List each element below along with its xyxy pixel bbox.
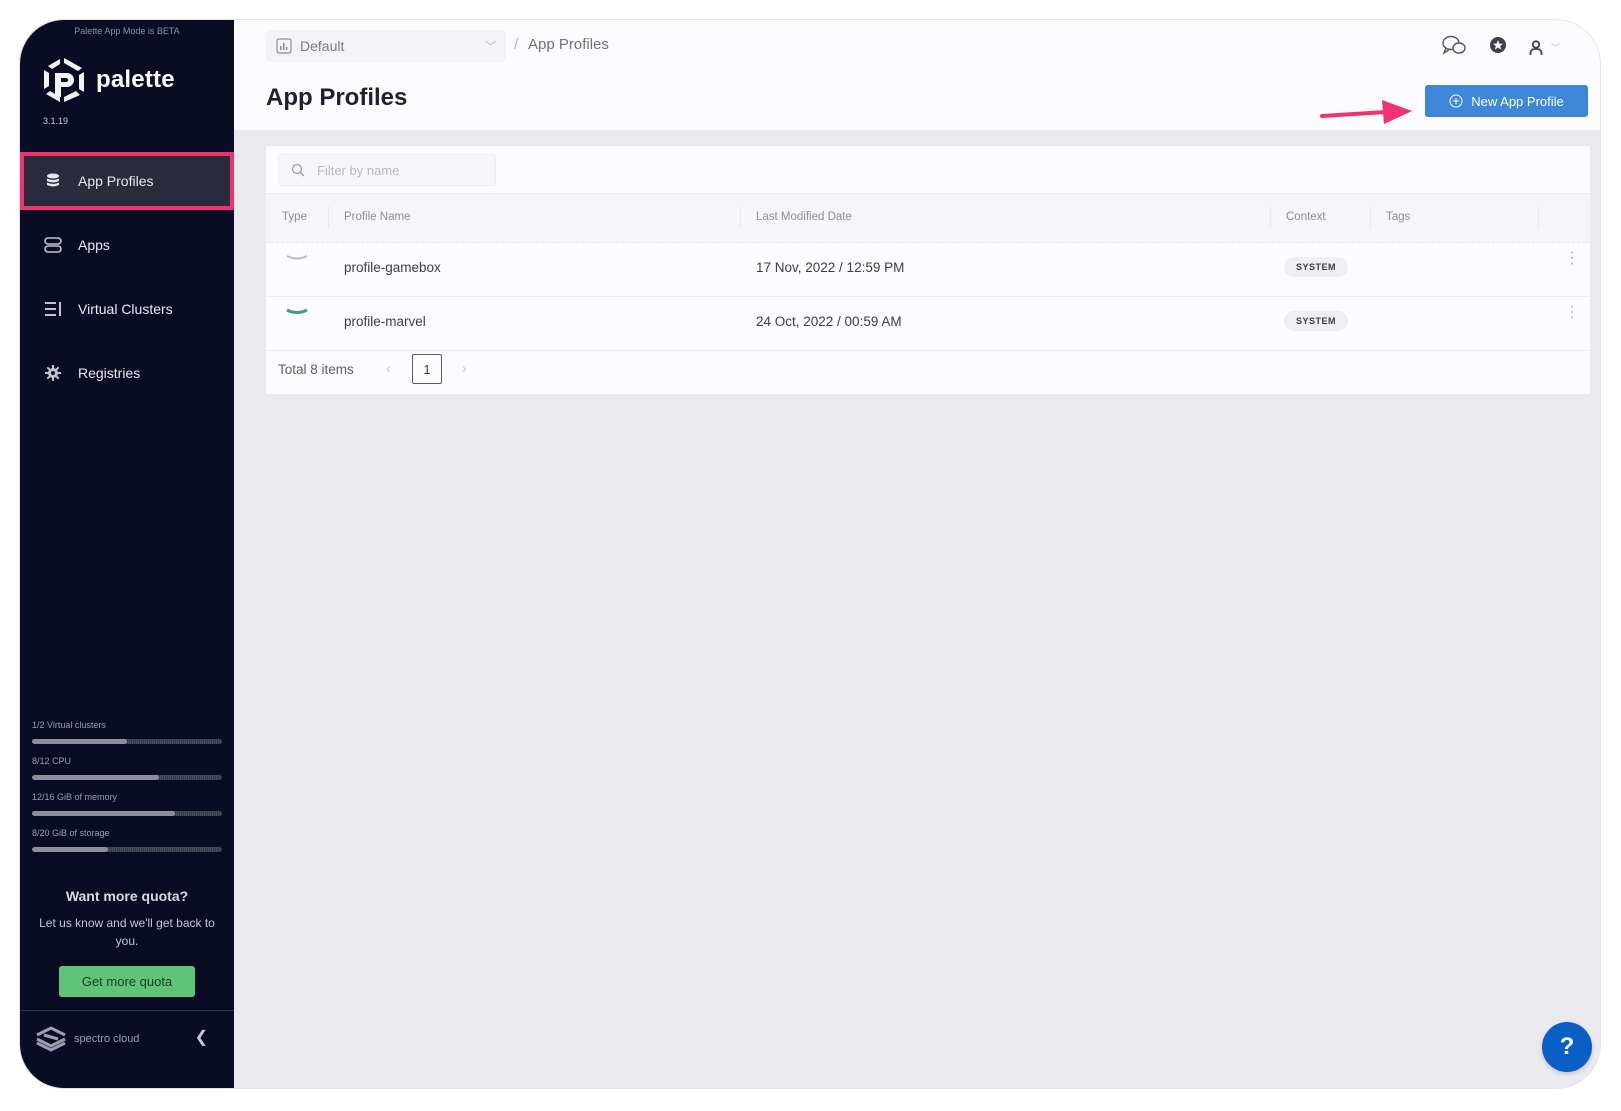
- sidebar-item-label: Registries: [78, 365, 141, 381]
- search-icon: [291, 163, 305, 177]
- sidebar-item-apps[interactable]: Apps: [20, 216, 234, 274]
- quota-label: 8/12 CPU: [32, 756, 72, 766]
- sidebar-nav: App Profiles Apps Virtual Clusters Regis…: [20, 152, 234, 408]
- app-profiles-table: Type Profile Name Last Modified Date Con…: [266, 146, 1590, 394]
- filter-input[interactable]: [315, 161, 489, 179]
- chevron-down-icon: ﹀: [485, 41, 496, 53]
- quota-bar: [32, 811, 222, 816]
- column-header-profile-name[interactable]: Profile Name: [344, 211, 410, 223]
- user-icon: [1529, 39, 1543, 55]
- column-header-last-modified[interactable]: Last Modified Date: [756, 211, 852, 223]
- plus-circle-icon: [1449, 94, 1463, 108]
- column-divider: [1270, 206, 1271, 228]
- quota-label: 12/16 GiB of memory: [32, 792, 118, 802]
- new-app-profile-button[interactable]: New App Profile: [1425, 85, 1588, 117]
- quota-bar-fill: [32, 811, 175, 816]
- breadcrumb: App Profiles: [528, 36, 609, 53]
- filter-field[interactable]: [278, 154, 496, 186]
- sidebar-item-registries[interactable]: Registries: [20, 344, 234, 402]
- star-badge-icon[interactable]: [1489, 36, 1507, 59]
- pagination: Total 8 items ‹ 1 ›: [266, 348, 1590, 394]
- spectro-cloud-logo-icon: [36, 1026, 66, 1052]
- sidebar: Palette App Mode is BETA palette 3.1.19: [20, 20, 234, 1088]
- project-icon: [276, 38, 292, 54]
- profile-name[interactable]: profile-marvel: [344, 314, 426, 329]
- profile-name[interactable]: profile-gamebox: [344, 260, 441, 275]
- previous-page-button[interactable]: ‹: [386, 360, 391, 376]
- page-header: Default ﹀ / App Profiles App Profiles ﹀: [234, 20, 1600, 131]
- version-label: 3.1.19: [43, 116, 69, 126]
- quota-usage: 1/2 Virtual clusters 8/12 CPU 12/16 GiB …: [32, 720, 222, 864]
- sidebar-item-label: App Profiles: [78, 173, 154, 189]
- quota-bar-fill: [32, 739, 127, 744]
- more-quota-title: Want more quota?: [65, 888, 189, 904]
- server-stack-icon: [44, 236, 62, 254]
- column-divider: [328, 206, 329, 228]
- cluster-list-icon: [44, 300, 62, 318]
- next-page-button[interactable]: ›: [462, 360, 467, 376]
- profile-type-icon: [286, 255, 308, 260]
- last-modified-date: 17 Nov, 2022 / 12:59 PM: [756, 260, 905, 275]
- brand-name: spectro cloud: [74, 1033, 140, 1045]
- column-divider: [1370, 206, 1371, 228]
- sidebar-item-label: Virtual Clusters: [78, 301, 173, 317]
- row-actions-icon[interactable]: ⋮: [1564, 305, 1580, 321]
- question-icon: ?: [1559, 1033, 1575, 1060]
- palette-logo[interactable]: palette: [42, 56, 175, 104]
- breadcrumb-separator: /: [514, 36, 519, 53]
- quota-bar: [32, 739, 222, 744]
- column-header-tags[interactable]: Tags: [1386, 211, 1410, 223]
- quota-cpu: 8/12 CPU: [32, 756, 222, 780]
- row-actions-icon[interactable]: ⋮: [1564, 251, 1580, 267]
- sidebar-footer: spectro cloud ❮: [20, 1010, 234, 1088]
- sidebar-item-app-profiles[interactable]: App Profiles: [20, 152, 234, 210]
- table-header: Type Profile Name Last Modified Date Con…: [266, 193, 1590, 243]
- annotation-arrow: [1320, 100, 1412, 124]
- page-number-button[interactable]: 1: [412, 354, 442, 384]
- gear-icon: [44, 364, 62, 382]
- quota-bar: [32, 775, 222, 780]
- quota-bar-fill: [32, 847, 108, 852]
- sidebar-item-virtual-clusters[interactable]: Virtual Clusters: [20, 280, 234, 338]
- table-row[interactable]: profile-gamebox 17 Nov, 2022 / 12:59 PM …: [266, 242, 1590, 297]
- page-title: App Profiles: [266, 84, 408, 111]
- database-icon: [44, 172, 62, 190]
- sidebar-item-label: Apps: [78, 237, 110, 253]
- more-quota-text: Let us know and we'll get back to you.: [39, 916, 215, 948]
- total-items: Total 8 items: [278, 362, 354, 377]
- chevron-left-icon[interactable]: ❮: [195, 1027, 208, 1047]
- column-divider: [1538, 206, 1539, 228]
- scope-label: Default: [300, 38, 345, 54]
- column-divider: [740, 206, 741, 228]
- context-badge: SYSTEM: [1284, 257, 1349, 277]
- user-menu[interactable]: ﹀: [1529, 39, 1560, 56]
- column-header-context[interactable]: Context: [1286, 211, 1326, 223]
- header-actions: ﹀: [1441, 34, 1560, 61]
- last-modified-date: 24 Oct, 2022 / 00:59 AM: [756, 314, 902, 329]
- app-window: Palette App Mode is BETA palette 3.1.19: [20, 20, 1600, 1088]
- quota-label: 1/2 Virtual clusters: [32, 720, 106, 730]
- get-more-quota-button[interactable]: Get more quota: [59, 966, 195, 997]
- quota-storage: 8/20 GiB of storage: [32, 828, 222, 852]
- help-button[interactable]: ?: [1542, 1022, 1592, 1072]
- profile-type-icon: [286, 308, 308, 314]
- spectro-cloud-brand: spectro cloud: [34, 1025, 139, 1053]
- quota-label: 8/20 GiB of storage: [32, 828, 110, 838]
- quota-memory: 12/16 GiB of memory: [32, 792, 222, 816]
- table-row[interactable]: profile-marvel 24 Oct, 2022 / 00:59 AM S…: [266, 296, 1590, 351]
- more-quota-panel: Want more quota? Let us know and we'll g…: [20, 888, 234, 997]
- palette-logo-icon: [44, 58, 84, 102]
- context-badge: SYSTEM: [1284, 311, 1349, 331]
- new-app-profile-label: New App Profile: [1471, 93, 1564, 109]
- quota-bar-fill: [32, 775, 159, 780]
- scope-selector[interactable]: Default ﹀: [266, 30, 506, 62]
- quota-virtual-clusters: 1/2 Virtual clusters: [32, 720, 222, 744]
- chat-icon[interactable]: [1441, 34, 1467, 61]
- column-header-type[interactable]: Type: [282, 211, 307, 223]
- chevron-down-icon: ﹀: [1550, 43, 1560, 53]
- main-content: Default ﹀ / App Profiles App Profiles ﹀: [234, 20, 1600, 1088]
- quota-bar: [32, 847, 222, 852]
- beta-notice: Palette App Mode is BETA: [74, 26, 180, 36]
- logo-text: palette: [96, 66, 175, 93]
